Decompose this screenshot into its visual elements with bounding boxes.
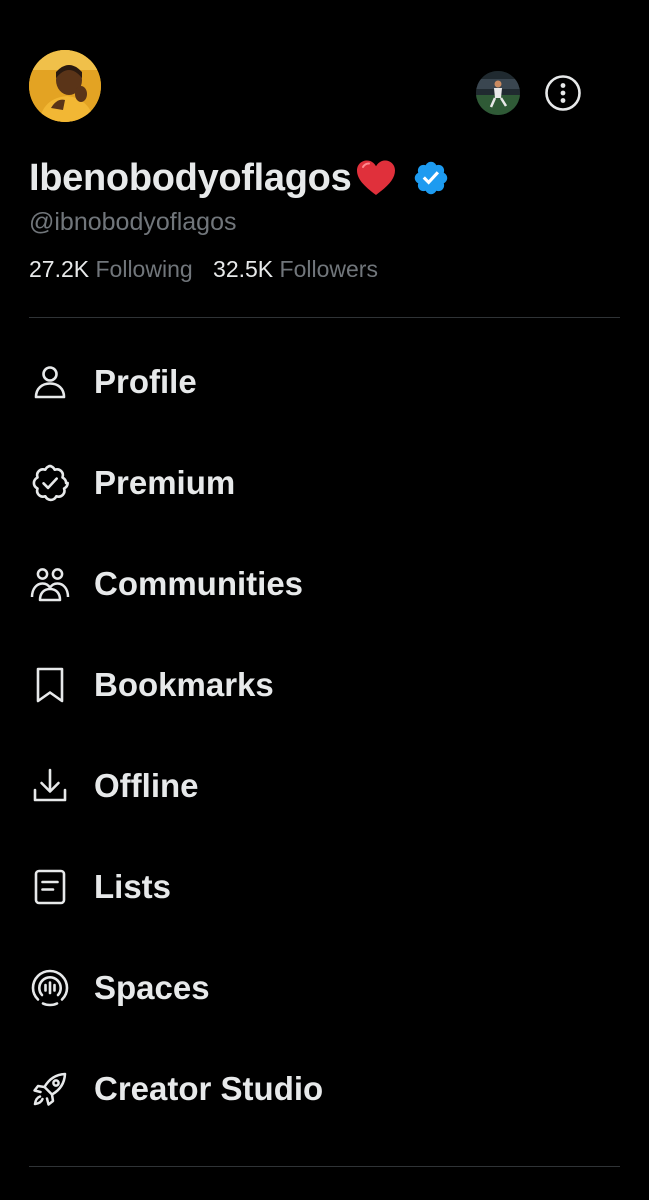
menu-item-profile[interactable]: Profile <box>0 331 649 432</box>
menu-label-bookmarks: Bookmarks <box>94 665 274 703</box>
menu-label-lists: Lists <box>94 867 172 905</box>
menu-label-spaces: Spaces <box>94 968 210 1006</box>
menu-item-lists[interactable]: Lists <box>0 836 649 937</box>
switch-account-avatar[interactable] <box>476 71 520 115</box>
top-divider <box>29 317 620 318</box>
followers-label: Followers <box>279 256 378 282</box>
menu-label-communities: Communities <box>94 564 304 602</box>
display-name-row[interactable]: Ibenobodyoflagos <box>29 152 450 204</box>
profile-handle: @ibnobodyoflagos <box>29 208 237 236</box>
menu-label-profile: Profile <box>94 362 197 400</box>
rocket-icon <box>29 1068 71 1110</box>
follow-stats: 27.2K Following 32.5K Followers <box>29 256 378 283</box>
more-options-button[interactable] <box>542 72 584 114</box>
more-options-icon <box>545 75 581 111</box>
avatar-image <box>29 50 101 122</box>
account-avatar-image <box>476 71 520 115</box>
spaces-icon <box>29 967 71 1009</box>
menu-item-bookmarks[interactable]: Bookmarks <box>0 634 649 735</box>
profile-avatar[interactable] <box>29 50 101 122</box>
bookmark-icon <box>29 664 71 706</box>
display-name: Ibenobodyoflagos <box>29 156 352 199</box>
verified-icon <box>412 159 450 197</box>
menu-item-offline[interactable]: Offline <box>0 735 649 836</box>
menu-label-creator-studio: Creator Studio <box>94 1069 324 1107</box>
list-icon <box>29 866 71 908</box>
followers-link[interactable]: 32.5K Followers <box>213 256 378 283</box>
menu-item-communities[interactable]: Communities <box>0 533 649 634</box>
bottom-divider <box>29 1166 620 1167</box>
communities-icon <box>29 563 71 605</box>
following-count: 27.2K <box>29 256 90 282</box>
following-label: Following <box>95 256 193 282</box>
menu-label-offline: Offline <box>94 766 199 804</box>
red-heart-icon <box>354 158 398 198</box>
menu-item-spaces[interactable]: Spaces <box>0 937 649 1038</box>
navigation-menu: Profile Premium Communities Bookmarks Of… <box>0 331 649 1139</box>
menu-label-premium: Premium <box>94 463 236 501</box>
following-link[interactable]: 27.2K Following <box>29 256 193 283</box>
person-icon <box>29 361 71 403</box>
download-icon <box>29 765 71 807</box>
followers-count: 32.5K <box>213 256 274 282</box>
verified-badge-icon <box>29 462 71 504</box>
menu-item-creator-studio[interactable]: Creator Studio <box>0 1038 649 1139</box>
menu-item-premium[interactable]: Premium <box>0 432 649 533</box>
